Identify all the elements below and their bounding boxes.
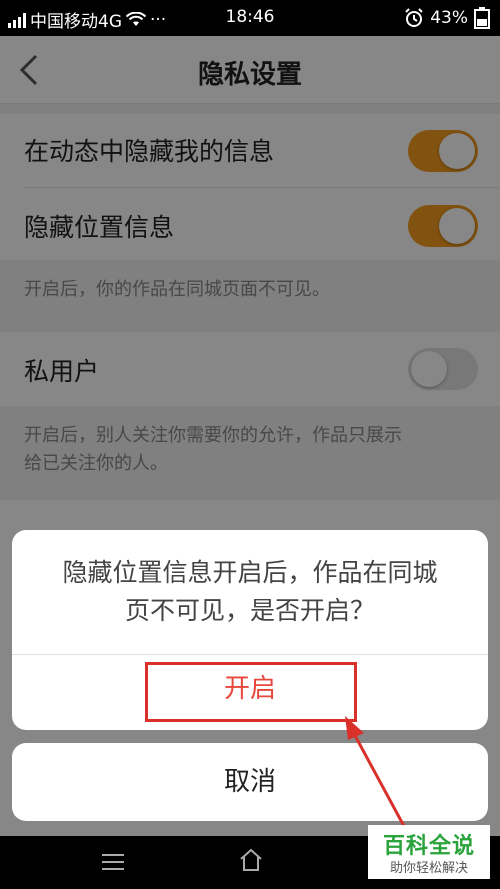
annotation-arrow (345, 716, 407, 829)
menu-icon[interactable] (102, 854, 124, 875)
watermark-logo: 百科全说 助你轻松解决 (368, 825, 490, 879)
watermark-title: 百科全说 (382, 834, 475, 859)
watermark-subtitle: 助你轻松解决 (389, 861, 468, 876)
home-icon[interactable] (238, 848, 264, 872)
